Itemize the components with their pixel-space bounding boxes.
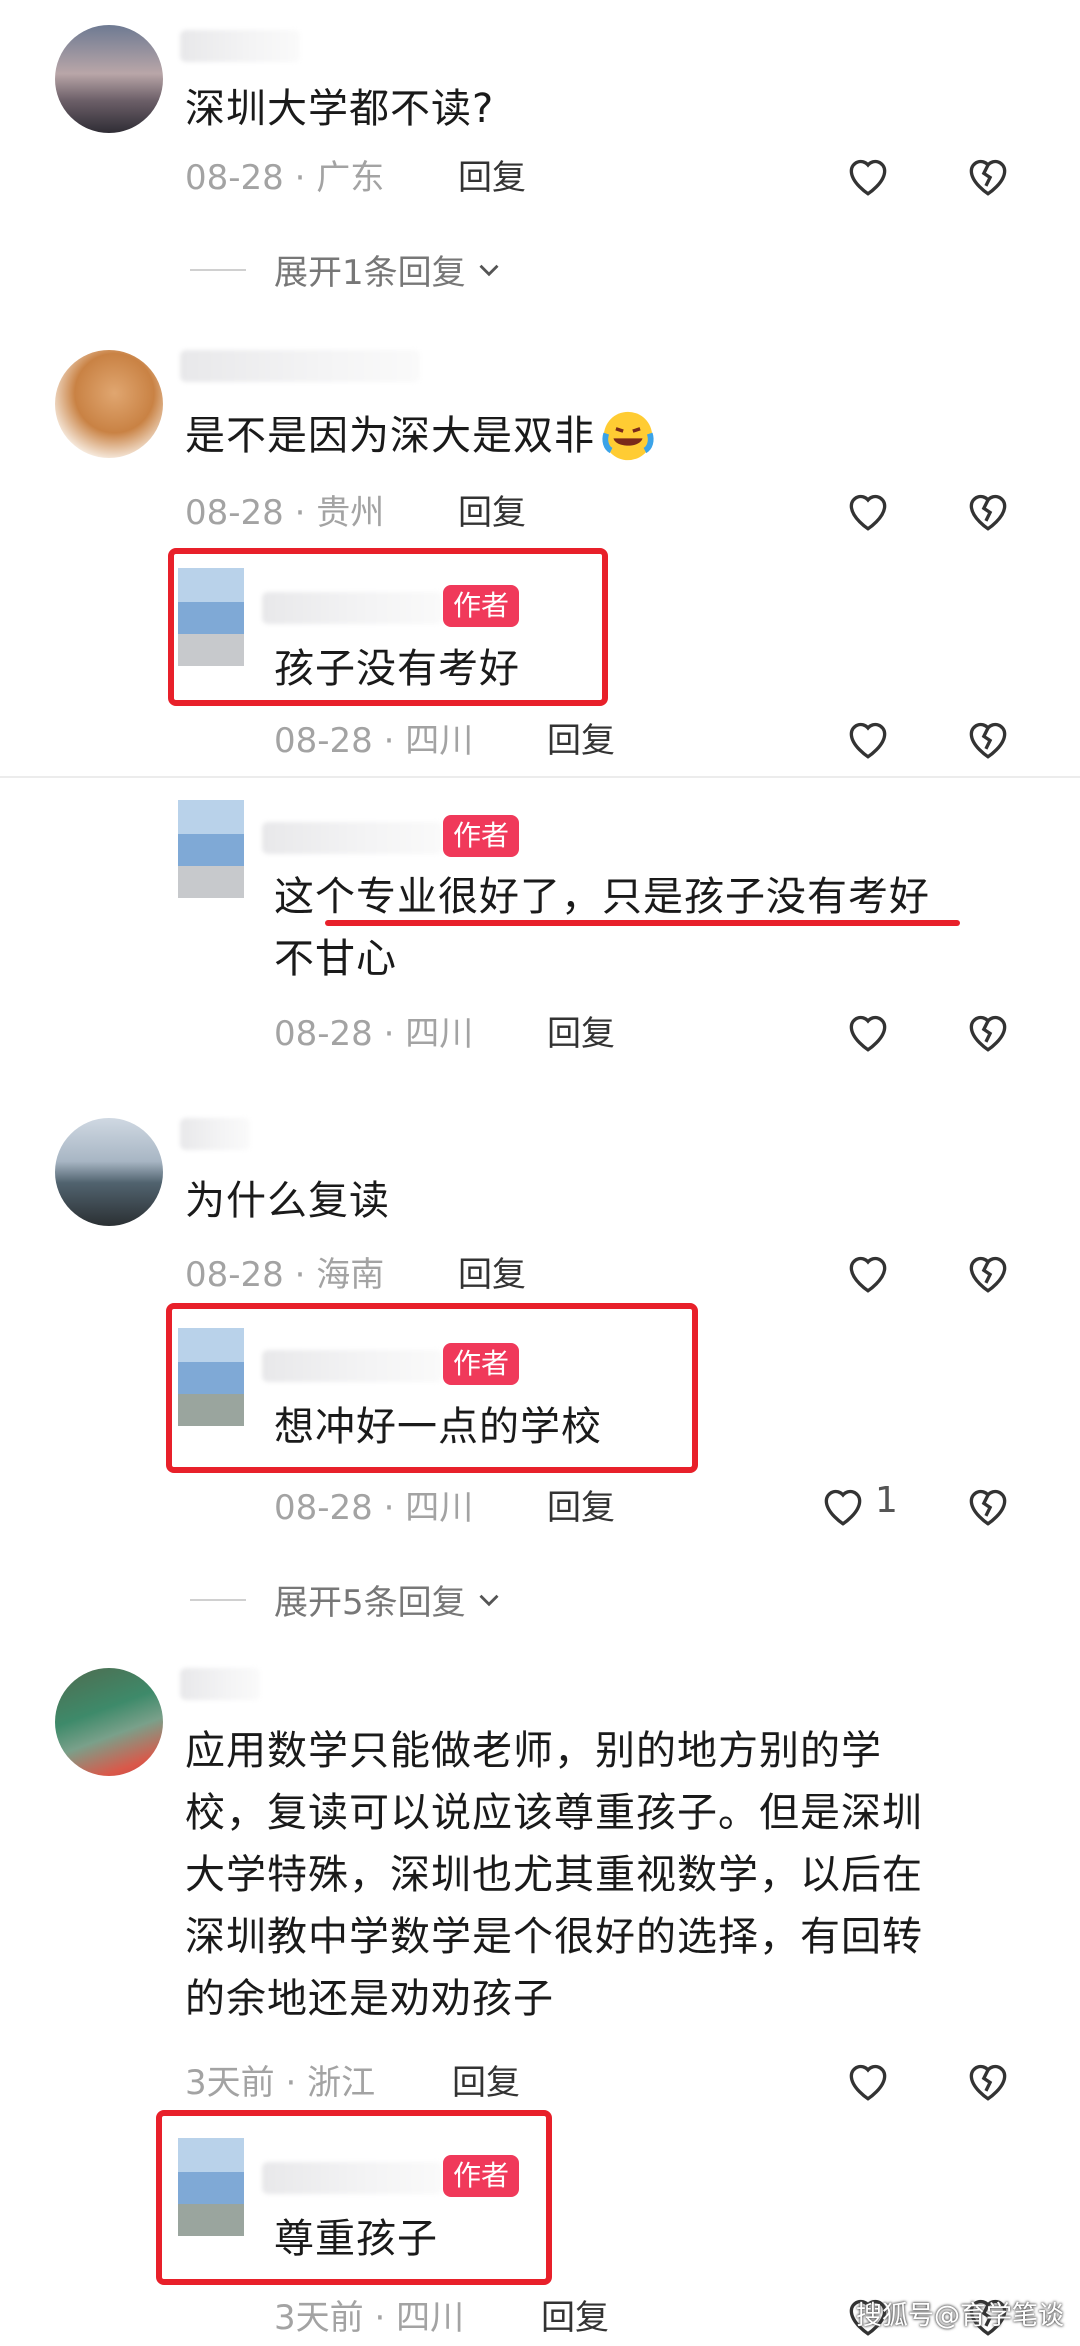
comment-text: 深圳大学都不读? (185, 86, 495, 132)
heart-outline-icon[interactable] (843, 1006, 893, 1056)
broken-heart-icon[interactable] (963, 1247, 1013, 1297)
author-badge: 作者 (443, 1343, 520, 1385)
watermark: 搜狐号@育学笔谈 (855, 2301, 1064, 2331)
reply-meta: 08-28 · 四川 (274, 721, 474, 761)
expand-replies-button[interactable]: 展开5条回复 (190, 1575, 506, 1624)
avatar[interactable] (178, 568, 244, 666)
author-badge: 作者 (443, 815, 520, 857)
broken-heart-icon[interactable] (963, 1006, 1013, 1056)
comment-meta: 08-28 · 贵州 (185, 493, 385, 533)
reply-meta: 3天前 · 四川 (274, 2298, 465, 2338)
comment-text-line: 应用数学只能做老师，别的地方别的学 (185, 1728, 882, 1774)
broken-heart-icon[interactable] (963, 150, 1013, 200)
reply-button[interactable]: 回复 (458, 485, 526, 534)
comment-meta: 08-28 · 广东 (185, 158, 385, 198)
comment-text-line: 深圳教中学数学是个很好的选择，有回转 (185, 1914, 923, 1960)
comment-text: 是不是因为深大是双非 (185, 405, 657, 467)
username-blurred[interactable] (180, 1668, 260, 1700)
reply-text: 尊重孩子 (274, 2216, 438, 2262)
reply-button[interactable]: 回复 (458, 1247, 526, 1296)
reply-meta: 08-28 · 四川 (274, 1014, 474, 1054)
avatar[interactable] (55, 350, 163, 458)
comment-text-line: 校，复读可以说应该尊重孩子。但是深圳 (185, 1790, 923, 1836)
reply-button[interactable]: 回复 (458, 150, 526, 199)
expand-line (190, 1598, 246, 1601)
author-badge: 作者 (443, 2155, 520, 2197)
avatar[interactable] (55, 25, 163, 133)
heart-outline-icon[interactable] (843, 150, 893, 200)
avatar[interactable] (178, 800, 244, 898)
underline-highlight (325, 920, 960, 926)
reply-text: 孩子没有考好 (274, 646, 520, 692)
reply-button[interactable]: 回复 (452, 2055, 520, 2104)
chevron-down-icon (479, 264, 499, 276)
broken-heart-icon[interactable] (963, 713, 1013, 763)
reply-button[interactable]: 回复 (541, 2290, 609, 2339)
comment-meta: 08-28 · 海南 (185, 1255, 385, 1295)
username-blurred[interactable] (180, 1118, 250, 1150)
expand-line (190, 268, 246, 271)
broken-heart-icon[interactable] (963, 2055, 1013, 2105)
reply-meta: 08-28 · 四川 (274, 1488, 474, 1528)
avatar[interactable] (178, 1328, 244, 1426)
comment-text-line: 的余地还是劝劝孩子 (185, 1976, 554, 2022)
broken-heart-icon[interactable] (963, 485, 1013, 535)
reply-button[interactable]: 回复 (547, 1006, 615, 1055)
heart-outline-icon[interactable] (843, 2055, 893, 2105)
heart-outline-icon[interactable] (843, 1247, 893, 1297)
reply-text-line: 不甘心 (274, 936, 397, 982)
username-blurred[interactable] (262, 2162, 442, 2194)
username-blurred[interactable] (262, 592, 442, 624)
comment-text: 为什么复读 (185, 1178, 390, 1224)
reply-button[interactable]: 回复 (547, 713, 615, 762)
heart-outline-icon[interactable] (818, 1480, 868, 1530)
heart-outline-icon[interactable] (843, 713, 893, 763)
broken-heart-icon[interactable] (963, 1480, 1013, 1530)
crying-laughing-emoji-icon (602, 411, 654, 461)
reply-button[interactable]: 回复 (547, 1480, 615, 1529)
heart-outline-icon[interactable] (843, 485, 893, 535)
username-blurred[interactable] (262, 822, 442, 854)
reply-text-line: 这个专业很好了，只是孩子没有考好 (274, 874, 930, 920)
chevron-down-icon (479, 1594, 499, 1606)
comment-text-line: 大学特殊，深圳也尤其重视数学，以后在 (185, 1852, 923, 1898)
username-blurred[interactable] (262, 1350, 442, 1382)
avatar[interactable] (55, 1118, 163, 1226)
comment-meta: 3天前 · 浙江 (185, 2063, 376, 2103)
username-blurred[interactable] (180, 30, 300, 62)
author-badge: 作者 (443, 585, 520, 627)
avatar[interactable] (55, 1668, 163, 1776)
expand-replies-button[interactable]: 展开1条回复 (190, 245, 506, 294)
reply-text: 想冲好一点的学校 (274, 1404, 602, 1450)
username-blurred[interactable] (180, 350, 420, 382)
like-count: 1 (875, 1480, 898, 1521)
section-divider (0, 776, 1080, 778)
avatar[interactable] (178, 2138, 244, 2236)
